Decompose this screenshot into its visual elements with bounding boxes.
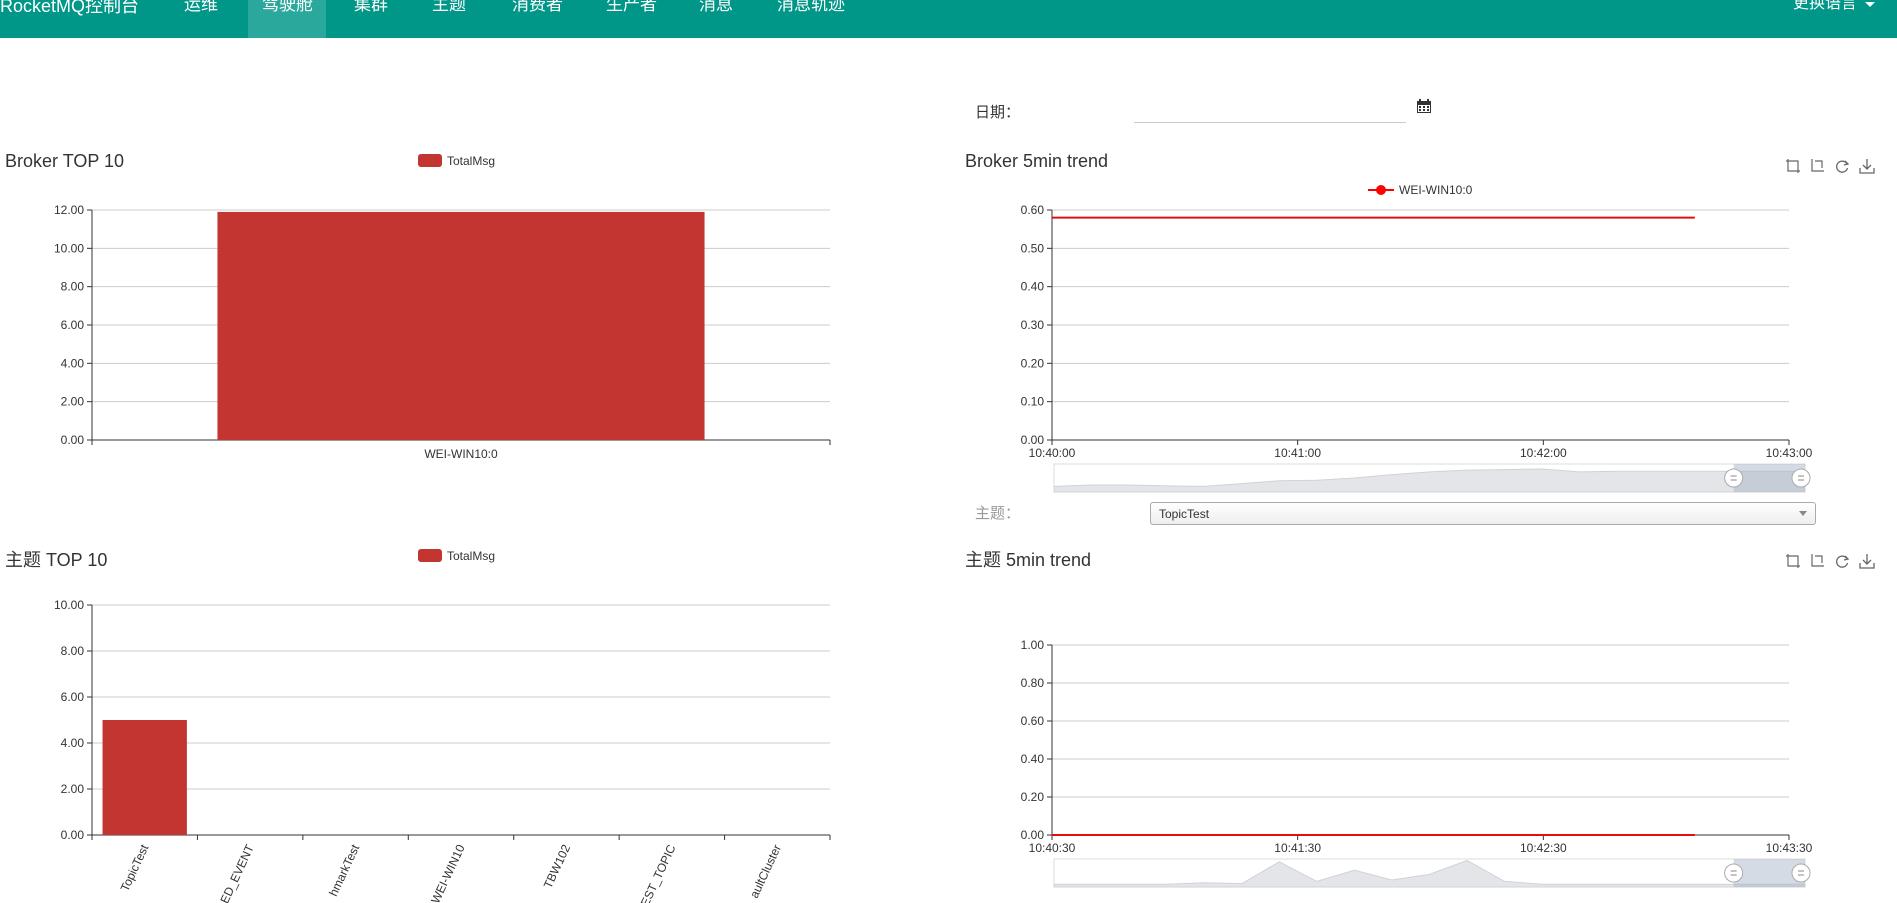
nav-item-label: 集群 — [354, 0, 388, 14]
x-tick-label: 10:41:00 — [1274, 446, 1321, 460]
y-tick-label: 0.00 — [1021, 433, 1045, 447]
chevron-down-icon[interactable] — [1865, 2, 1875, 7]
y-tick-label: 8.00 — [61, 644, 85, 658]
y-tick-label: 2.00 — [61, 782, 85, 796]
bar — [102, 720, 187, 835]
bar — [217, 211, 705, 440]
broker-top-legend[interactable]: TotalMsg — [418, 154, 495, 168]
save-image-icon[interactable] — [1859, 553, 1875, 569]
y-tick-label: 8.00 — [61, 280, 85, 294]
y-tick-label: 0.60 — [1021, 203, 1045, 217]
y-tick-label: 0.00 — [1021, 828, 1045, 842]
topic-top-chart[interactable]: 0.00 2.00 4.00 6.00 8.00 10.00 TopicTest ED_EVE… — [0, 590, 850, 903]
legend-swatch — [418, 549, 442, 562]
y-tick-label: 12.00 — [54, 203, 84, 217]
y-tick-label: 4.00 — [61, 356, 85, 370]
nav-item-dashboard[interactable]: 驾驶舱 — [248, 0, 326, 38]
x-tick-label: 10:42:00 — [1520, 446, 1567, 460]
nav-item-label: 主题 — [432, 0, 466, 14]
legend-swatch — [418, 154, 442, 167]
nav-item-label: 驾驶舱 — [262, 0, 313, 14]
y-tick-label: 1.00 — [1021, 638, 1045, 652]
y-tick-label: 0.80 — [1021, 676, 1045, 690]
y-tick-label: 10.00 — [54, 598, 84, 612]
nav-item-label: 运维 — [184, 0, 218, 14]
y-tick-label: 2.00 — [61, 395, 85, 409]
y-tick-label: 0.60 — [1021, 714, 1045, 728]
x-tick-label: 10:41:30 — [1274, 841, 1321, 855]
broker-trend-title: Broker 5min trend — [965, 151, 1109, 171]
x-category-label: WEI-WIN10:0 — [424, 447, 498, 461]
legend-label: TotalMsg — [447, 154, 496, 168]
topic-select[interactable]: TopicTest — [1150, 502, 1816, 525]
zoom-icon[interactable] — [1785, 158, 1801, 174]
nav-item-label: 消息 — [699, 0, 733, 14]
topic-top-legend[interactable]: TotalMsg — [418, 549, 495, 563]
y-tick-label: 0.00 — [61, 433, 85, 447]
x-tick-label: 10:42:30 — [1520, 841, 1567, 855]
legend-label: TotalMsg — [447, 549, 496, 563]
x-category-label: hmarkTest — [326, 842, 362, 899]
y-tick-label: 0.20 — [1021, 790, 1045, 804]
broker-top-chart[interactable]: 0.00 2.00 4.00 6.00 8.00 10.00 12.00 WEI-WIN10:… — [0, 190, 850, 470]
x-tick-label: 10:43:30 — [1766, 841, 1813, 855]
y-tick-label: 6.00 — [61, 318, 85, 332]
y-tick-label: 6.00 — [61, 690, 85, 704]
x-category-label: ED_EVENT — [217, 842, 257, 903]
zoom-reset-icon[interactable] — [1809, 553, 1825, 569]
data-zoom-handle[interactable] — [1791, 468, 1811, 488]
nav-item-consumer[interactable]: 消费者 — [498, 0, 578, 38]
nav-item-label: 消息轨迹 — [777, 0, 845, 14]
y-tick-label: 10.00 — [54, 241, 84, 255]
y-tick-label: 0.30 — [1021, 318, 1045, 332]
x-tick-label: 10:40:30 — [1029, 841, 1076, 855]
y-tick-label: 0.00 — [61, 828, 85, 842]
zoom-reset-icon[interactable] — [1809, 158, 1825, 174]
broker-trend-chart[interactable]: 0.00 0.10 0.20 0.30 0.40 0.50 0.60 10:40:00 10:4… — [960, 190, 1820, 500]
x-category-label: EST_TOPIC — [638, 842, 679, 903]
y-tick-label: 0.40 — [1021, 280, 1045, 294]
zoom-icon[interactable] — [1785, 553, 1801, 569]
topic-trend-title: 主题 5min trend — [965, 550, 1092, 570]
x-tick-label: 10:43:00 — [1766, 446, 1813, 460]
y-tick-label: 0.50 — [1021, 241, 1045, 255]
nav-item-ops[interactable]: 运维 — [170, 0, 234, 38]
topic-trend-chart[interactable]: 0.00 0.20 0.40 0.60 0.80 1.00 10:40:30 10:41:30… — [960, 620, 1820, 903]
chevron-down-icon — [1799, 511, 1807, 516]
nav-item-label: 生产者 — [606, 0, 657, 14]
x-category-label: TBW102 — [541, 842, 574, 891]
x-category-label: WEI-WIN10 — [428, 842, 468, 903]
y-tick-label: 4.00 — [61, 736, 85, 750]
top-navbar: RocketMQ控制台 运维 驾驶舱 集群 主题 消费者 生产者 消息 消息轨迹… — [0, 0, 1897, 38]
y-tick-label: 0.20 — [1021, 356, 1045, 370]
calendar-icon[interactable] — [1416, 98, 1432, 114]
topic-label: 主题： — [975, 505, 1021, 522]
x-category-label: TopicTest — [118, 842, 152, 894]
nav-item-message-trace[interactable]: 消息轨迹 — [763, 0, 863, 38]
data-zoom-handle[interactable] — [1791, 863, 1811, 883]
language-switcher[interactable]: 更换语言 — [1793, 0, 1857, 14]
restore-icon[interactable] — [1834, 553, 1850, 569]
data-zoom-handle[interactable] — [1724, 863, 1744, 883]
save-image-icon[interactable] — [1859, 158, 1875, 174]
x-category-label: aultCluster — [747, 842, 784, 900]
topic-top-title: 主题 TOP 10 — [5, 550, 108, 570]
nav-item-producer[interactable]: 生产者 — [592, 0, 672, 38]
x-tick-label: 10:40:00 — [1029, 446, 1076, 460]
data-zoom-handle[interactable] — [1724, 468, 1744, 488]
nav-item-label: 消费者 — [512, 0, 563, 14]
nav-item-cluster[interactable]: 集群 — [340, 0, 404, 38]
y-tick-label: 0.10 — [1021, 395, 1045, 409]
nav-item-topic[interactable]: 主题 — [418, 0, 482, 38]
topic-select-value: TopicTest — [1159, 507, 1210, 521]
brand-title[interactable]: RocketMQ控制台 — [0, 0, 139, 18]
date-label: 日期： — [975, 104, 1021, 121]
restore-icon[interactable] — [1834, 158, 1850, 174]
y-tick-label: 0.40 — [1021, 752, 1045, 766]
nav-item-message[interactable]: 消息 — [685, 0, 749, 38]
broker-top-title: Broker TOP 10 — [5, 151, 125, 171]
date-input[interactable] — [1134, 97, 1406, 123]
